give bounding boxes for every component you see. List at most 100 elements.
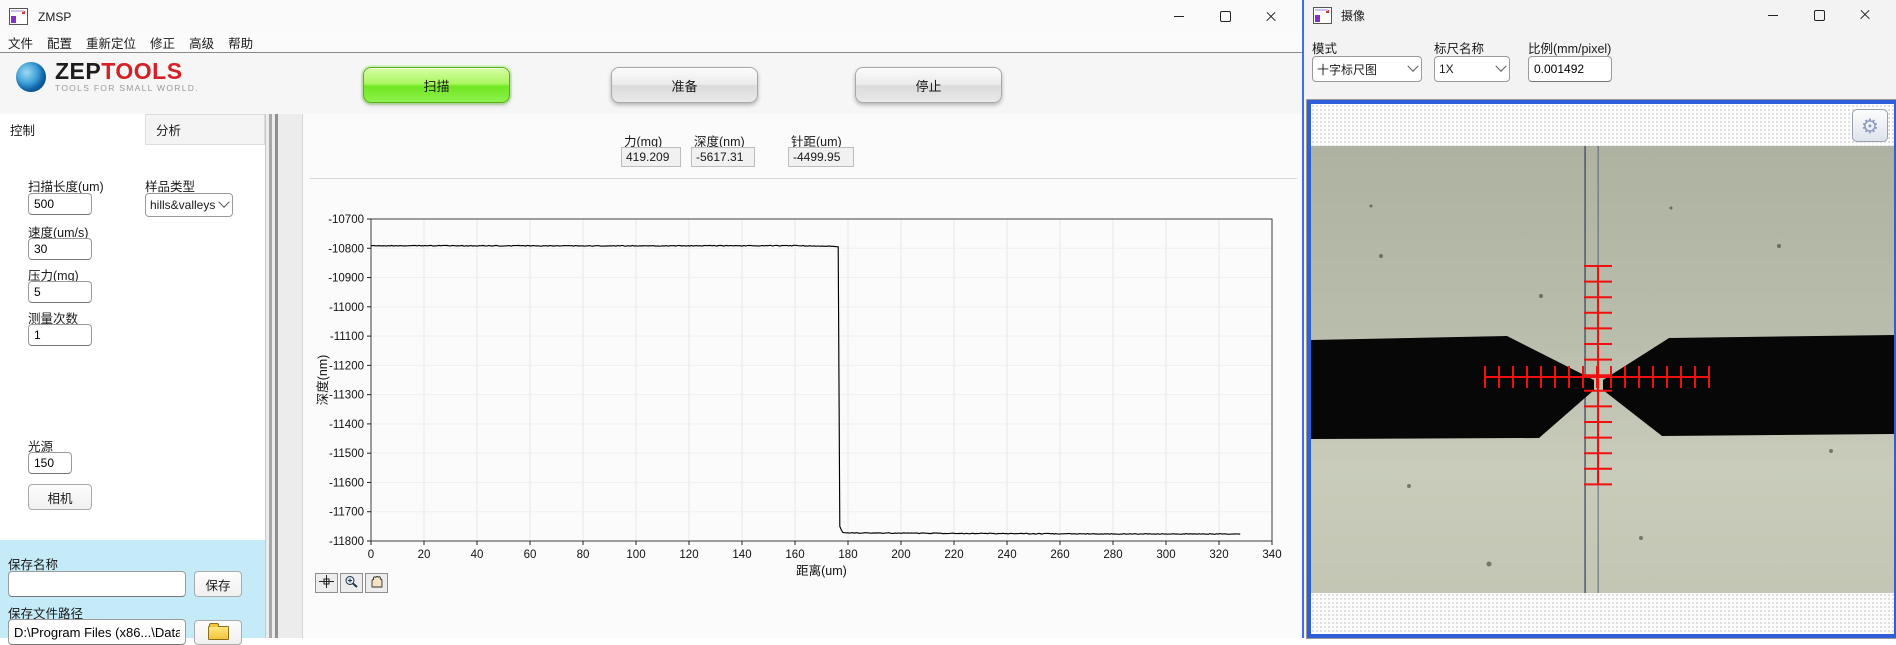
profile-chart: -10700-10800-10900-11000-11100-11200-113…: [303, 180, 1303, 630]
y-tick-label: -10900: [328, 273, 364, 285]
graph-palette: [315, 573, 388, 593]
needle-distance-value: -4499.95: [788, 147, 854, 167]
x-tick-label: 240: [997, 549, 1016, 561]
menu-item-help[interactable]: 帮助: [228, 33, 265, 52]
folder-icon: [208, 626, 229, 640]
tab-analysis[interactable]: 分析: [145, 114, 265, 145]
camera-ruler-name-label: 标尺名称: [1434, 38, 1484, 57]
stop-button[interactable]: 停止: [855, 67, 1002, 103]
gear-icon: ⚙: [1861, 116, 1879, 136]
profile-trace: [371, 245, 1240, 534]
cursor-crosshair-button[interactable]: [315, 573, 338, 593]
camera-mode-select[interactable]: 十字标尺图: [1312, 56, 1422, 82]
camera-app-icon: [1313, 7, 1332, 24]
y-tick-label: -11700: [329, 507, 364, 519]
x-tick-label: 340: [1262, 549, 1281, 561]
camera-settings-button[interactable]: ⚙: [1852, 109, 1888, 142]
pressure-input[interactable]: [28, 281, 92, 303]
scan-button[interactable]: 扫描: [363, 67, 510, 103]
menu-item-config[interactable]: 配置: [47, 33, 84, 52]
sample-type-select[interactable]: hills&valleys: [145, 193, 233, 217]
save-panel: 保存名称保存保存文件路径: [0, 540, 265, 638]
menu-item-relocate[interactable]: 重新定位: [86, 33, 148, 52]
depth-value: -5617.31: [691, 147, 755, 167]
x-tick-label: 300: [1156, 549, 1175, 561]
zeptools-logo: ZEPTOOLS TOOLS FOR SMALL WORLD.: [16, 60, 199, 93]
camera-view-container: ⚙: [1307, 100, 1896, 638]
force-value: 419.209: [621, 147, 681, 167]
camera-window: 摄像 模式十字标尺图 标尺名称 1X 比例(mm/pixel) ⚙: [1302, 0, 1896, 638]
close-button[interactable]: [1248, 0, 1294, 33]
x-tick-label: 320: [1209, 549, 1228, 561]
y-tick-label: -11300: [329, 390, 364, 402]
control-sidebar: 控制分析扫描长度(um)速度(um/s)压力(mg)测量次数样品类型hills&…: [0, 114, 266, 638]
x-tick-label: 100: [626, 549, 645, 561]
scan-length-input[interactable]: [28, 193, 92, 215]
measure-count-input[interactable]: [28, 324, 92, 346]
camera-maximize-button[interactable]: [1796, 0, 1842, 30]
menu-item-advanced[interactable]: 高级: [189, 33, 226, 52]
minimize-button[interactable]: [1156, 0, 1202, 33]
camera-minimize-button[interactable]: [1750, 0, 1796, 30]
x-axis-label: 距离(um): [796, 563, 847, 578]
camera-scale-input[interactable]: [1528, 56, 1612, 82]
camera-window-controls: [1750, 0, 1888, 30]
camera-top-strip: ⚙: [1311, 104, 1894, 146]
separator-line: [309, 178, 1297, 179]
camera-mode-value: 十字标尺图: [1317, 61, 1406, 78]
y-tick-label: -10800: [328, 243, 364, 255]
toolbar-header: ZEPTOOLS TOOLS FOR SMALL WORLD. 扫描 准备 停止: [0, 54, 1302, 115]
x-tick-label: 80: [577, 549, 590, 561]
x-tick-label: 60: [524, 549, 537, 561]
maximize-button[interactable]: [1202, 0, 1248, 33]
menu-item-file[interactable]: 文件: [8, 33, 45, 52]
camera-ruler-name-select[interactable]: 1X: [1434, 56, 1510, 82]
prepare-button[interactable]: 准备: [611, 67, 758, 103]
light-source-input[interactable]: [28, 452, 72, 474]
zoom-button[interactable]: [340, 573, 363, 593]
browse-folder-button[interactable]: [194, 620, 242, 645]
zmsp-window: ZMSP 文件配置重新定位修正高级帮助 ZEPTOOLS TOOLS FOR S…: [0, 0, 1302, 638]
minimize-icon: [1768, 15, 1778, 16]
menu-item-correction[interactable]: 修正: [150, 33, 187, 52]
x-tick-label: 40: [471, 549, 484, 561]
camera-button[interactable]: 相机: [28, 484, 92, 510]
speed-input[interactable]: [28, 238, 92, 260]
camera-settings-row: 模式十字标尺图 标尺名称 1X 比例(mm/pixel): [1304, 30, 1896, 100]
pan-hand-button[interactable]: [365, 573, 388, 593]
camera-ruler-name-value: 1X: [1439, 62, 1494, 76]
y-tick-label: -11400: [329, 419, 364, 431]
camera-title-bar: 摄像: [1304, 0, 1896, 30]
camera-close-button[interactable]: [1842, 0, 1888, 30]
save-button[interactable]: 保存: [194, 571, 242, 597]
y-tick-label: -11500: [329, 448, 364, 460]
y-tick-label: -11800: [329, 536, 364, 548]
logo-sphere-icon: [16, 62, 46, 92]
sample-type-value: hills&valleys: [150, 198, 217, 212]
save-path-input[interactable]: [8, 619, 186, 645]
logo-text-zep: ZEP: [55, 58, 101, 84]
x-tick-label: 260: [1050, 549, 1069, 561]
x-tick-label: 200: [891, 549, 910, 561]
maximize-icon: [1814, 10, 1825, 21]
tab-control[interactable]: 控制: [0, 114, 145, 145]
x-tick-label: 20: [418, 549, 431, 561]
cursor-crosshair-icon: [319, 575, 334, 591]
x-tick-label: 180: [838, 549, 857, 561]
save-name-input[interactable]: [8, 571, 186, 597]
camera-scale-label: 比例(mm/pixel): [1528, 38, 1611, 57]
chevron-down-icon: [1495, 61, 1506, 72]
x-tick-label: 220: [944, 549, 963, 561]
app-icon: [9, 8, 28, 25]
pane-splitter[interactable]: [266, 114, 302, 638]
stylus-right-arm: [1603, 335, 1894, 436]
x-tick-label: 120: [679, 549, 698, 561]
minimize-icon: [1174, 16, 1184, 17]
reference-line-left: [1584, 146, 1586, 593]
y-tick-label: -11000: [329, 302, 364, 314]
x-tick-label: 160: [785, 549, 804, 561]
menu-bar: 文件配置重新定位修正高级帮助: [0, 33, 1302, 53]
close-icon: [1265, 11, 1277, 23]
camera-mode-label: 模式: [1312, 38, 1337, 57]
y-tick-label: -11200: [329, 360, 364, 372]
